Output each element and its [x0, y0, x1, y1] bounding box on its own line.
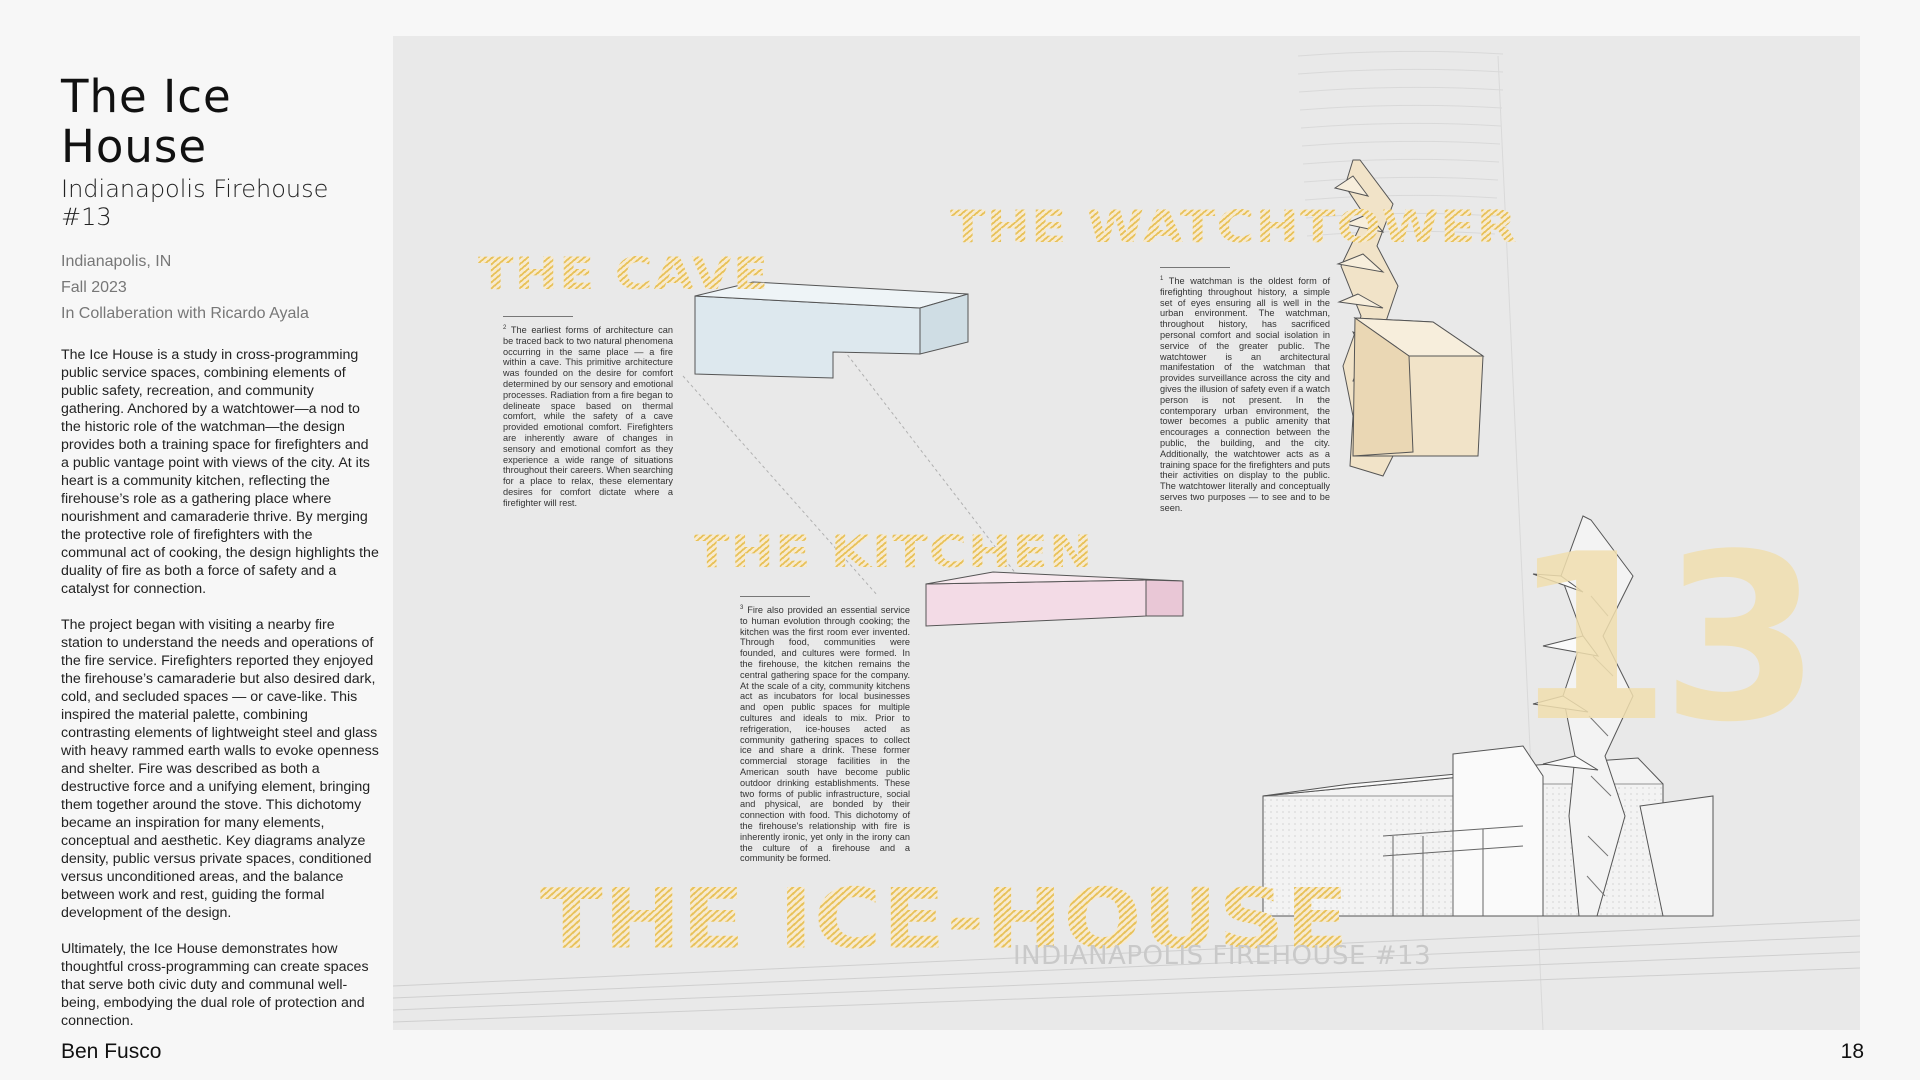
note-watchtower: 1 The watchman is the oldest form of fir…: [1160, 267, 1331, 514]
project-term: Fall 2023: [61, 279, 127, 296]
note-cave: 2 The earliest forms of architecture can…: [503, 316, 673, 509]
label-the-watchtower: THE WATCHTOWER: [950, 202, 1518, 253]
project-title: The Ice House: [61, 70, 232, 173]
kitchen-massing: [925, 571, 1184, 627]
page-number: 18: [1840, 1040, 1864, 1063]
label-the-cave: THE CAVE: [478, 249, 770, 300]
description-paragraph-3: Ultimately, the Ice House demonstrates h…: [61, 941, 369, 1029]
description-paragraph-1: The Ice House is a study in cross-progra…: [61, 347, 379, 597]
note-watchtower-text: The watchman is the oldest form of firef…: [1160, 276, 1331, 513]
left-column: The Ice House Indianapolis Firehouse #13…: [61, 72, 379, 1030]
big-number-13: 13: [1511, 506, 1821, 773]
note-cave-number: 2: [503, 325, 507, 331]
note-kitchen-number: 3: [740, 605, 744, 611]
description-paragraph-2: The project began with visiting a nearby…: [61, 617, 379, 921]
board-subtitle: INDIANAPOLIS FIREHOUSE #13: [1013, 941, 1432, 971]
note-kitchen: 3 Fire also provided an essential servic…: [740, 595, 910, 864]
project-subtitle: Indianapolis Firehouse #13: [61, 175, 329, 231]
author-name: Ben Fusco: [61, 1040, 162, 1063]
note-kitchen-text: Fire also provided an essential service …: [740, 605, 910, 864]
presentation-board: 13 THE CAVE THE WATCHTOWER THE KITCHEN T…: [393, 36, 1860, 1030]
note-cave-text: The earliest forms of architecture can b…: [503, 325, 673, 508]
label-the-kitchen: THE KITCHEN: [694, 527, 1094, 578]
note-watchtower-number: 1: [1160, 276, 1164, 282]
project-location: Indianapolis, IN: [61, 253, 172, 270]
project-meta: Indianapolis, IN Fall 2023 In Collaberat…: [61, 253, 379, 322]
project-collaboration: In Collaberation with Ricardo Ayala: [61, 305, 309, 322]
